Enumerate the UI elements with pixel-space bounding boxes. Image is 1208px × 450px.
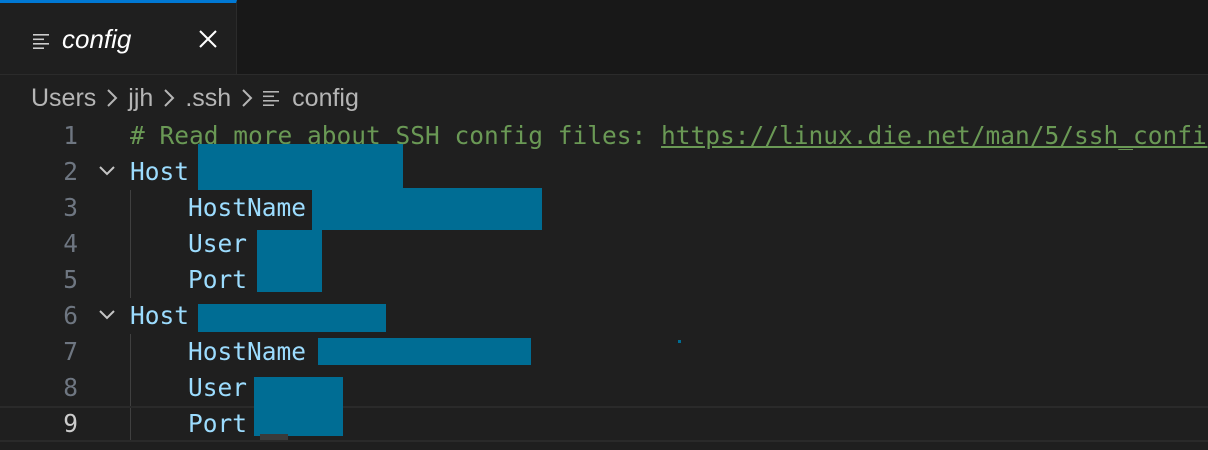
chevron-down-icon[interactable] <box>98 164 116 178</box>
code-line-4[interactable]: 4 User <box>0 226 1208 262</box>
line-number: 4 <box>63 229 78 258</box>
keyword-port: Port <box>188 409 248 438</box>
redacted-value <box>198 304 386 332</box>
tab-config[interactable]: config <box>0 0 237 74</box>
redacted-value <box>254 406 343 436</box>
line-number: 8 <box>63 373 78 402</box>
cursor-highlight <box>260 434 288 440</box>
chevron-down-icon[interactable] <box>98 308 116 322</box>
breadcrumb-item-ssh[interactable]: .ssh <box>185 84 231 113</box>
ssh-config-link[interactable]: https://linux.die.net/man/5/ssh_config <box>661 121 1208 150</box>
close-icon[interactable] <box>196 27 220 51</box>
line-number: 1 <box>63 121 78 150</box>
redacted-dot <box>678 340 681 343</box>
tab-label: config <box>62 24 132 54</box>
chevron-right-icon <box>242 89 253 107</box>
code-line-9[interactable]: 9 Port <box>0 406 1208 442</box>
line-number: 3 <box>63 193 78 222</box>
code-line-1[interactable]: 1 # Read more about SSH config files: ht… <box>0 118 1208 154</box>
line-number: 6 <box>63 301 78 330</box>
code-line-7[interactable]: 7 HostName <box>0 334 1208 370</box>
code-line-5[interactable]: 5 Port <box>0 262 1208 298</box>
redacted-value <box>198 144 403 190</box>
redacted-value <box>257 262 322 292</box>
keyword-hostname: HostName <box>188 193 307 222</box>
line-number: 9 <box>63 409 78 438</box>
line-number: 2 <box>63 157 78 186</box>
file-lines-icon <box>33 34 49 49</box>
redacted-value <box>312 188 542 230</box>
keyword-user: User <box>188 373 248 402</box>
code-line-8[interactable]: 8 User <box>0 370 1208 413</box>
breadcrumb-item-config[interactable]: config <box>292 84 359 113</box>
breadcrumb-item-users[interactable]: Users <box>31 84 96 113</box>
tab-bar: config <box>0 0 1208 75</box>
redacted-value <box>257 230 322 262</box>
keyword-host: Host <box>130 157 190 186</box>
chevron-right-icon <box>164 89 175 107</box>
breadcrumb: Users jjh .ssh config <box>31 81 359 115</box>
code-line-2[interactable]: 2 Host <box>0 144 1208 190</box>
redacted-value <box>318 338 531 365</box>
keyword-user: User <box>188 229 248 258</box>
line-number: 5 <box>63 265 78 294</box>
chevron-right-icon <box>107 89 118 107</box>
keyword-port: Port <box>188 265 248 294</box>
line-number: 7 <box>63 337 78 366</box>
keyword-host: Host <box>130 301 190 330</box>
code-line-3[interactable]: 3 HostName <box>0 188 1208 230</box>
breadcrumb-item-jjh[interactable]: jjh <box>128 84 153 113</box>
code-line-6[interactable]: 6 Host <box>0 298 1208 334</box>
keyword-hostname: HostName <box>188 337 307 366</box>
file-lines-icon <box>263 91 280 106</box>
code-editor[interactable]: 1 # Read more about SSH config files: ht… <box>0 118 1208 450</box>
